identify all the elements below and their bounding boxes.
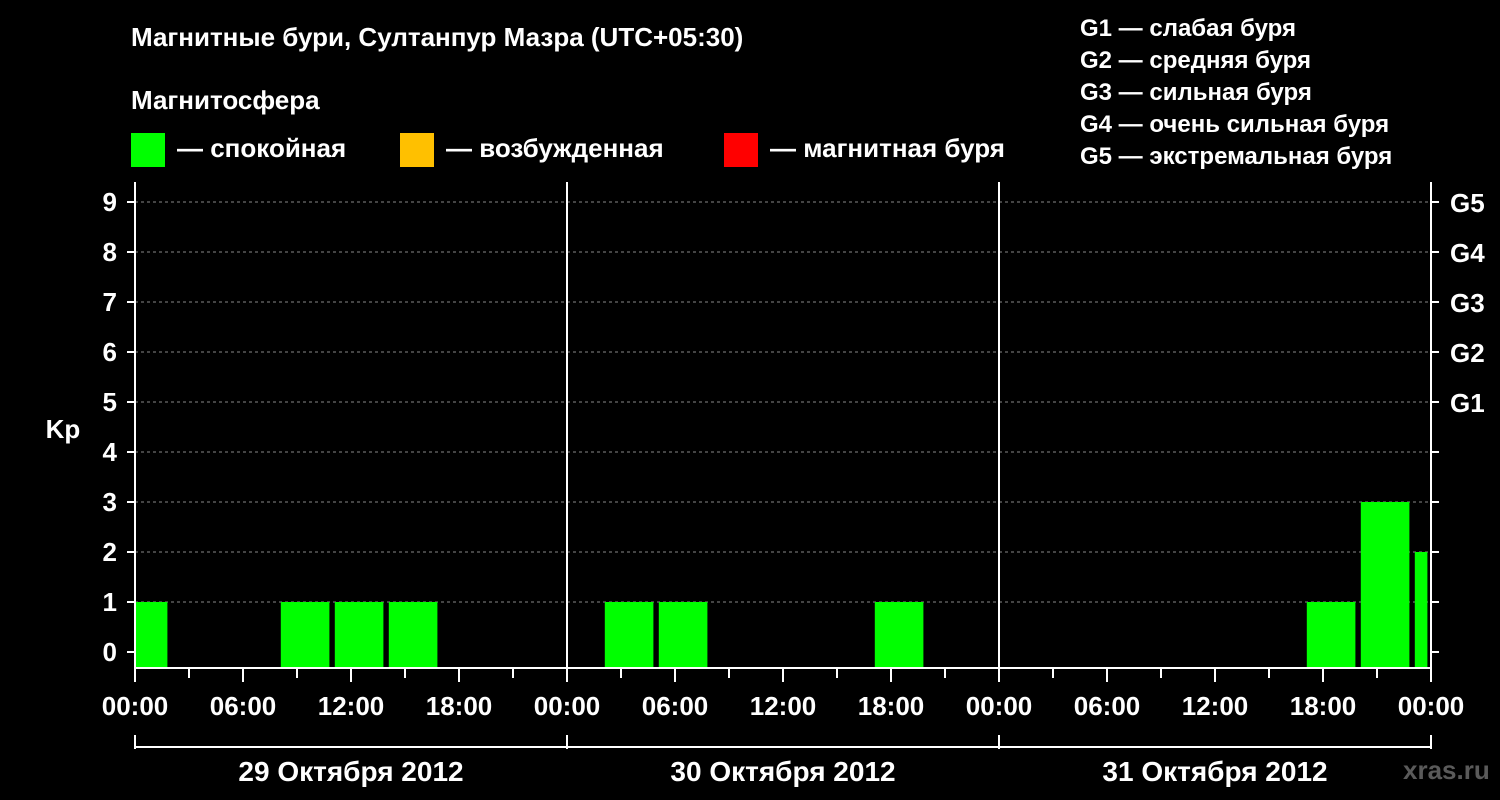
x-tick-label: 18:00 (858, 691, 925, 721)
x-tick-label: 18:00 (1290, 691, 1357, 721)
kp-bar (334, 602, 384, 668)
kp-bar (388, 602, 438, 668)
x-tick-label: 06:00 (1074, 691, 1141, 721)
y-axis-label: Kp (46, 414, 81, 444)
x-tick-label: 00:00 (534, 691, 601, 721)
x-tick-label: 00:00 (1398, 691, 1465, 721)
x-tick-label: 06:00 (642, 691, 709, 721)
g-tick-label: G4 (1450, 238, 1485, 268)
kp-bar (280, 602, 330, 668)
x-tick-label: 06:00 (210, 691, 277, 721)
kp-bar (1414, 552, 1428, 668)
kp-bar (658, 602, 708, 668)
day-label: 30 Октября 2012 (670, 756, 895, 787)
g-tick-label: G2 (1450, 338, 1485, 368)
y-tick-label: 8 (103, 237, 117, 267)
x-tick-label: 18:00 (426, 691, 493, 721)
watermark: xras.ru (1403, 755, 1490, 785)
y-tick-label: 6 (103, 337, 117, 367)
kp-chart: 0 1 2 3 4 5 6 7 8 9 G1 G2 G3 G4 G5 Kp 00:00 06:00 12:00 18:… (46, 182, 1485, 787)
y-tick-label: 1 (103, 587, 117, 617)
y-tick-label: 7 (103, 287, 117, 317)
x-tick-label: 00:00 (966, 691, 1033, 721)
g-tick-label: G1 (1450, 388, 1485, 418)
y-tick-label: 4 (103, 437, 118, 467)
y-tick-label: 9 (103, 187, 117, 217)
kp-bar (1360, 502, 1410, 668)
y-tick-label: 5 (103, 387, 117, 417)
y-tick-label: 0 (103, 637, 117, 667)
day-label: 29 Октября 2012 (238, 756, 463, 787)
g-tick-label: G5 (1450, 188, 1485, 218)
kp-bar (874, 602, 924, 668)
kp-bar (604, 602, 654, 668)
x-tick-label: 00:00 (102, 691, 169, 721)
x-tick-label: 12:00 (318, 691, 385, 721)
day-label: 31 Октября 2012 (1102, 756, 1327, 787)
x-tick-label: 12:00 (750, 691, 817, 721)
kp-bar (135, 602, 168, 668)
kp-bar (1306, 602, 1356, 668)
g-tick-label: G3 (1450, 288, 1485, 318)
y-tick-label: 3 (103, 487, 117, 517)
y-tick-label: 2 (103, 537, 117, 567)
x-tick-label: 12:00 (1182, 691, 1249, 721)
